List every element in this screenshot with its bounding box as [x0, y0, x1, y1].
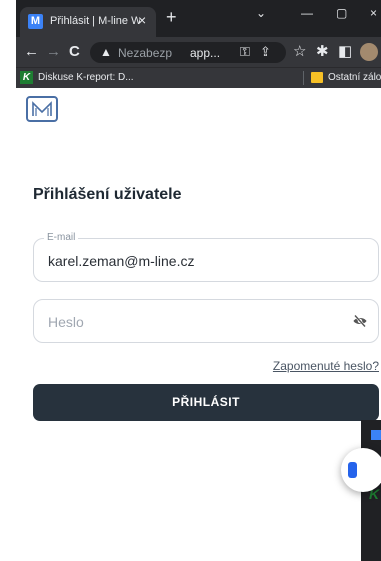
bookmarks-bar: K Diskuse K-report: D... Ostatní zálož — [16, 67, 381, 88]
password-placeholder: Heslo — [48, 314, 84, 330]
key-icon[interactable]: ⚿ — [240, 44, 250, 60]
background-favicon-icon — [371, 430, 381, 440]
folder-icon — [311, 72, 323, 83]
fab-icon — [348, 462, 357, 478]
login-page: Přihlášení uživatele E-mail karel.zeman@… — [16, 88, 381, 561]
bookmark-k-report[interactable]: Diskuse K-report: D... — [38, 72, 134, 83]
extensions-icon[interactable]: ✱ — [316, 43, 329, 61]
warning-icon: ▲ — [100, 45, 112, 59]
sidepanel-icon[interactable]: ◧ — [338, 43, 352, 61]
profile-avatar[interactable] — [360, 43, 378, 61]
m-line-favicon-icon: M — [28, 14, 43, 29]
other-bookmarks[interactable]: Ostatní zálož — [328, 72, 381, 83]
tab-title: Přihlásit | M-line WebApp — [50, 15, 140, 27]
maximize-icon[interactable]: ▢ — [336, 6, 347, 20]
eye-off-icon[interactable] — [352, 313, 368, 334]
email-label: E-mail — [44, 232, 79, 243]
m-line-logo-icon — [26, 96, 58, 122]
browser-toolbar: ← → C ▲ Nezabezp app... ⚿ ⇪ ☆ ✱ ◧ — [16, 37, 381, 67]
tab-active[interactable]: M Přihlásit | M-line WebApp × — [20, 7, 156, 37]
minimize-icon[interactable]: — — [301, 6, 313, 20]
new-tab-button[interactable]: + — [166, 8, 177, 26]
floating-action-button[interactable] — [341, 448, 381, 492]
forward-arrow-icon[interactable]: → — [46, 43, 61, 61]
email-field[interactable]: E-mail karel.zeman@m-line.cz — [33, 232, 379, 282]
login-button[interactable]: PŘIHLÁSIT — [33, 384, 379, 421]
back-arrow-icon[interactable]: ← — [24, 43, 39, 61]
address-text: app... — [190, 46, 221, 60]
tab-bar: M Přihlásit | M-line WebApp × + ⌄ — ▢ × — [16, 0, 381, 37]
k-report-bookmark-icon: K — [20, 71, 33, 84]
bookmark-divider — [303, 71, 304, 85]
share-icon[interactable]: ⇪ — [260, 44, 271, 60]
bookmark-star-icon[interactable]: ☆ — [293, 43, 306, 61]
close-window-icon[interactable]: × — [370, 6, 377, 20]
address-bar[interactable]: ▲ Nezabezp app... ⚿ ⇪ — [90, 42, 286, 63]
security-label: Nezabezp — [118, 46, 173, 60]
browser-window: M Přihlásit | M-line WebApp × + ⌄ — ▢ × … — [16, 0, 381, 561]
forgot-password-link[interactable]: Zapomenuté heslo? — [273, 359, 379, 373]
reload-icon[interactable]: C — [69, 43, 80, 61]
email-value: karel.zeman@m-line.cz — [48, 253, 195, 269]
tab-search-icon[interactable]: ⌄ — [256, 6, 266, 20]
tab-close-icon[interactable]: × — [138, 12, 146, 28]
page-title: Přihlášení uživatele — [33, 186, 182, 203]
password-field[interactable]: Heslo — [33, 299, 379, 343]
